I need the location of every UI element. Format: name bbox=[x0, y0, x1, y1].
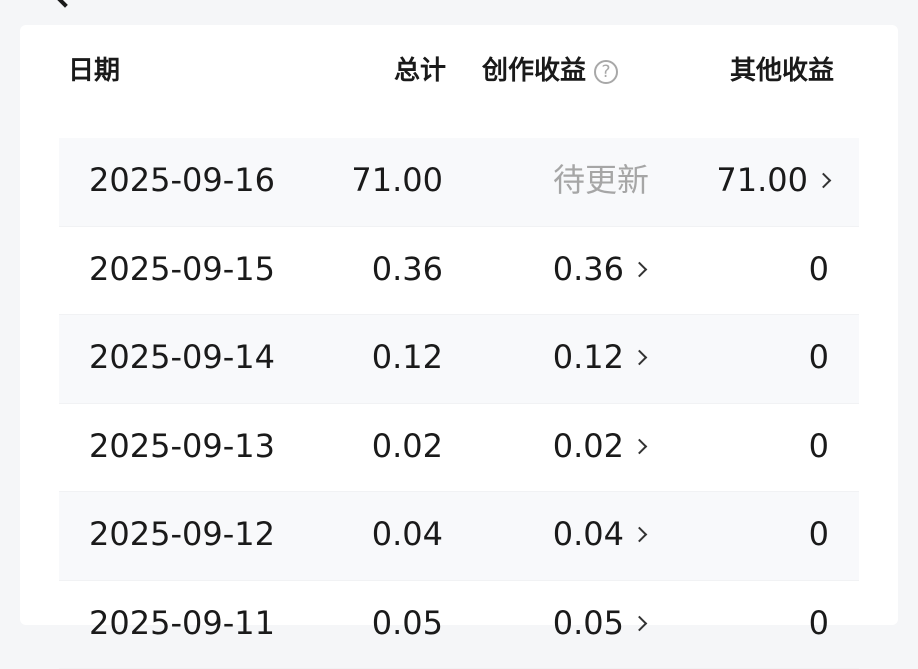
row-creation-earnings-link[interactable]: 0.02 bbox=[553, 430, 645, 462]
row-date: 2025-09-11 bbox=[89, 607, 275, 639]
header-other-earnings: 其他收益 bbox=[730, 58, 834, 84]
chevron-right-icon bbox=[632, 527, 648, 543]
top-bar bbox=[0, 0, 918, 25]
chevron-right-icon bbox=[632, 261, 648, 277]
row-other-value: 0 bbox=[809, 607, 829, 639]
row-creation-value: 0.02 bbox=[553, 427, 624, 465]
chevron-right-icon bbox=[632, 350, 648, 366]
row-other-value: 0 bbox=[809, 341, 829, 373]
row-creation-value: 0.04 bbox=[553, 515, 624, 553]
row-other-earnings-link[interactable]: 71.00 bbox=[716, 164, 829, 196]
row-date: 2025-09-15 bbox=[89, 253, 275, 285]
table-row: 2025-09-13 0.02 0.02 0 bbox=[59, 404, 859, 493]
row-other-value: 0 bbox=[809, 518, 829, 550]
table-row: 2025-09-11 0.05 0.05 0 bbox=[59, 581, 859, 669]
row-date: 2025-09-14 bbox=[89, 341, 275, 373]
header-date: 日期 bbox=[68, 58, 120, 84]
row-total: 0.05 bbox=[372, 607, 443, 639]
row-creation-earnings-link[interactable]: 0.36 bbox=[553, 253, 645, 285]
chevron-right-icon bbox=[816, 173, 832, 189]
table-row: 2025-09-14 0.12 0.12 0 bbox=[59, 315, 859, 404]
row-other-value: 0 bbox=[809, 253, 829, 285]
row-date: 2025-09-13 bbox=[89, 430, 275, 462]
header-creation-earnings: 创作收益? bbox=[482, 58, 618, 84]
row-creation-value: 0.12 bbox=[553, 338, 624, 376]
back-arrow-icon[interactable] bbox=[52, 0, 77, 8]
row-total: 0.02 bbox=[372, 430, 443, 462]
row-creation-value: 0.36 bbox=[553, 250, 624, 288]
row-date: 2025-09-12 bbox=[89, 518, 275, 550]
row-creation-earnings-link[interactable]: 0.04 bbox=[553, 518, 645, 550]
row-total: 71.00 bbox=[351, 164, 443, 196]
header-creation-label: 创作收益 bbox=[482, 56, 586, 86]
row-creation-pending: 待更新 bbox=[553, 164, 649, 196]
row-other-value: 0 bbox=[809, 430, 829, 462]
table-header: 日期 总计 创作收益? 其他收益 bbox=[40, 52, 838, 96]
row-total: 0.04 bbox=[372, 518, 443, 550]
row-total: 0.36 bbox=[372, 253, 443, 285]
table-row: 2025-09-12 0.04 0.04 0 bbox=[59, 492, 859, 581]
question-circle-icon[interactable]: ? bbox=[594, 60, 618, 84]
chevron-right-icon bbox=[632, 438, 648, 454]
row-date: 2025-09-16 bbox=[89, 164, 275, 196]
header-total: 总计 bbox=[394, 58, 446, 84]
row-other-value: 71.00 bbox=[716, 161, 808, 199]
chevron-right-icon bbox=[632, 615, 648, 631]
row-total: 0.12 bbox=[372, 341, 443, 373]
table-row: 2025-09-16 71.00 待更新 71.00 bbox=[59, 138, 859, 227]
row-creation-earnings-link[interactable]: 0.05 bbox=[553, 607, 645, 639]
table-row: 2025-09-15 0.36 0.36 0 bbox=[59, 227, 859, 316]
earnings-list: 2025-09-16 71.00 待更新 71.00 2025-09-15 0.… bbox=[59, 138, 859, 669]
row-creation-value: 0.05 bbox=[553, 604, 624, 642]
row-creation-earnings-link[interactable]: 0.12 bbox=[553, 341, 645, 373]
